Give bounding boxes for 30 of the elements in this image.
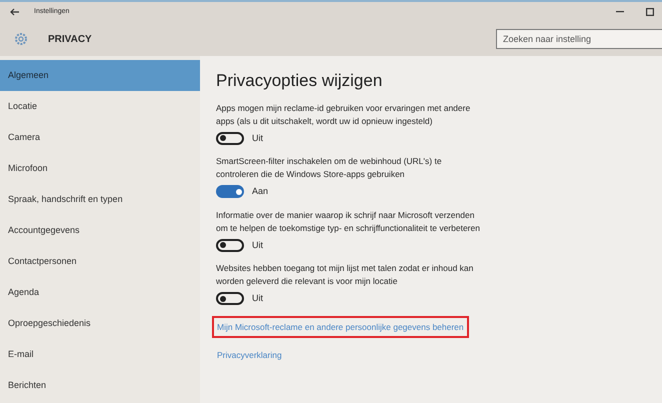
sidebar-item[interactable]: Camera bbox=[0, 122, 200, 153]
sidebar-item[interactable]: Microfoon bbox=[0, 153, 200, 184]
sidebar-item[interactable]: Spraak, handschrift en typen bbox=[0, 184, 200, 215]
maximize-icon[interactable] bbox=[646, 8, 654, 16]
search-field[interactable]: Zoeken naar instelling bbox=[496, 29, 662, 49]
toggle-label: Uit bbox=[252, 292, 263, 305]
sidebar-item[interactable]: E-mail bbox=[0, 339, 200, 370]
sidebar-item[interactable]: Contactpersonen bbox=[0, 246, 200, 277]
toggle-switch[interactable] bbox=[216, 292, 244, 306]
sidebar-item[interactable]: Oproepgeschiedenis bbox=[0, 308, 200, 339]
option-description: SmartScreen-filter inschakelen om de webinhoud (URL's) te controleren die de Windows Store-apps gebruiken bbox=[216, 155, 443, 181]
toggle-label: Uit bbox=[252, 238, 263, 252]
toggle-switch[interactable] bbox=[216, 238, 244, 252]
toggle-switch[interactable] bbox=[216, 185, 244, 198]
minimize-icon[interactable] bbox=[616, 11, 624, 13]
sidebar-item[interactable]: Accountgegevens bbox=[0, 215, 200, 246]
settings-icon bbox=[14, 32, 28, 46]
toggle-switch[interactable] bbox=[216, 132, 244, 145]
sidebar-item[interactable]: Berichten bbox=[0, 370, 200, 401]
sidebar-item[interactable]: Agenda bbox=[0, 277, 200, 308]
sidebar-item[interactable]: Algemeen bbox=[0, 60, 200, 91]
section-heading: Privacyopties wijzigen bbox=[216, 70, 384, 92]
option-description: Websites hebben toegang tot mijn lijst met talen zodat er inhoud kan worden geleverd die relevant is voor mijn locatie bbox=[216, 262, 474, 288]
option-description: Apps mogen mijn reclame-id gebruiken voor ervaringen met andere apps (als u dit uitschakelt, wordt uw id opnieuw ingesteld) bbox=[216, 102, 472, 128]
toggle-label: Aan bbox=[252, 185, 268, 198]
page-title: PRIVACY bbox=[48, 32, 92, 46]
option-description: Informatie over de manier waarop ik schrijf naar Microsoft verzenden om te helpen de toekomstige typ- en schrijffunctionaliteit te verbeteren bbox=[216, 208, 481, 234]
toggle-label: Uit bbox=[252, 132, 263, 144]
sidebar-item[interactable]: Locatie bbox=[0, 91, 200, 122]
back-icon[interactable] bbox=[10, 8, 20, 16]
